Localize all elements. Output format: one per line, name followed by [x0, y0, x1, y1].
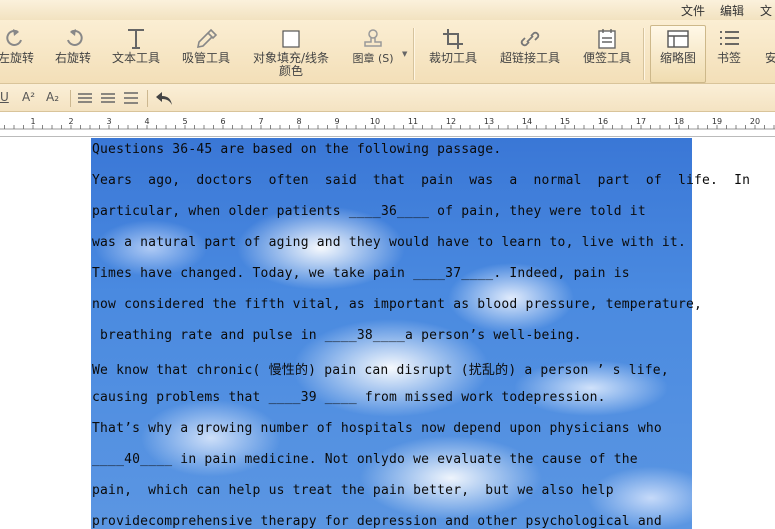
rotate-left-button[interactable]: 左旋转	[0, 26, 36, 82]
text-line: Years ago, doctors often said that pain …	[92, 173, 751, 188]
thumbnail-icon	[667, 30, 689, 48]
ruler-label: 8	[296, 117, 301, 126]
crop-icon	[443, 29, 463, 49]
format-separator	[70, 90, 71, 107]
ruler-label: 18	[674, 117, 684, 126]
menu-bar: 文件 编辑 文	[0, 0, 775, 20]
fill-color-button[interactable]: 对象填充/线条 颜色	[248, 26, 334, 82]
crop-label: 裁切工具	[428, 51, 477, 65]
rotate-right-icon	[67, 29, 83, 46]
ruler-label: 19	[712, 117, 722, 126]
fill-color-label-2: 颜色	[278, 64, 303, 78]
text-line: That’s why a growing number of hospitals…	[92, 421, 662, 436]
ruler-label: 12	[446, 117, 456, 126]
text-line: was a natural part of aging and they wou…	[92, 235, 686, 250]
ruler-label: 15	[560, 117, 570, 126]
align-justify-icon[interactable]	[123, 91, 139, 105]
ruler-label: 17	[636, 117, 646, 126]
security-button[interactable]: 安	[756, 26, 775, 82]
text-tool-label: 文本工具	[111, 51, 160, 65]
text-line: providecomprehensive therapy for depress…	[92, 514, 662, 529]
ruler-label: 6	[220, 117, 225, 126]
rotate-left-label: 左旋转	[0, 51, 34, 65]
menu-edit[interactable]: 编辑	[720, 2, 744, 19]
horizontal-ruler: 1 2 3 4 5 6 7 8 9 10 11 12 13 14 15 16 17 18 19 20	[0, 113, 775, 137]
rotate-left-icon	[6, 29, 22, 46]
stamp-label: 图章 (S)	[352, 52, 394, 65]
menu-more[interactable]: 文	[760, 2, 772, 19]
text-line: causing problems that ____39 ____ from m…	[92, 390, 606, 405]
bookmark-label: 书签	[716, 51, 741, 65]
ruler-label: 3	[106, 117, 111, 126]
note-label: 便签工具	[582, 51, 631, 65]
ruler-ticks: 1 2 3 4 5 6 7 8 9 10 11 12 13 14 15 16 17 18 19 20	[0, 117, 775, 130]
subscript-button[interactable]: A₂	[46, 90, 59, 104]
text-line: now considered the fifth vital, as impor…	[92, 297, 703, 312]
text-line: Times have changed. Today, we take pain …	[92, 266, 630, 281]
eyedropper-label: 吸管工具	[181, 51, 230, 65]
ruler-label: 7	[258, 117, 263, 126]
crop-button[interactable]: 裁切工具	[424, 26, 482, 82]
note-icon	[598, 29, 616, 49]
align-center-icon[interactable]	[100, 91, 116, 105]
superscript-button[interactable]: A²	[22, 90, 35, 104]
rotate-right-label[interactable]: 右旋转	[50, 52, 96, 65]
text-line: We know that chronic( 慢性的) pain can disr…	[92, 363, 669, 378]
ruler-label: 2	[68, 117, 73, 126]
hyperlink-button[interactable]: 超链接工具	[496, 26, 564, 82]
security-icon	[761, 26, 775, 52]
ruler-label: 9	[334, 117, 339, 126]
undo-icon[interactable]	[154, 89, 174, 107]
security-label: 安	[764, 51, 775, 65]
ruler-label: 11	[408, 117, 418, 126]
text-line: pain, which can help us treat the pain b…	[92, 483, 614, 498]
text-line: breathing rate and pulse in ____38____a …	[92, 328, 582, 343]
thumbnail-button[interactable]: 缩略图	[650, 25, 706, 83]
text-line: particular, when older patients ____36__…	[92, 204, 646, 219]
align-left-icon[interactable]	[77, 91, 93, 105]
format-separator	[147, 90, 148, 107]
stamp-button[interactable]: 图章 (S)	[348, 26, 398, 82]
note-button[interactable]: 便签工具	[578, 26, 636, 82]
text-line: Questions 36-45 are based on the followi…	[92, 142, 502, 157]
text-tool-button[interactable]: 文本工具	[108, 26, 164, 82]
ribbon-separator	[643, 28, 644, 80]
thumbnail-label: 缩略图	[659, 51, 696, 65]
link-icon	[520, 31, 540, 47]
ruler-label: 5	[182, 117, 187, 126]
text-tool-icon	[128, 29, 144, 49]
hyperlink-label: 超链接工具	[499, 51, 560, 65]
text-line: ____40____ in pain medicine. Not onlydo …	[92, 452, 638, 467]
ruler-label: 10	[370, 117, 380, 126]
ribbon-separator	[413, 28, 414, 80]
ribbon-toolbar: 左旋转 右旋转 文本工具 吸管工具 对象填充/线条 颜色 图章 (S) ▼ 裁切…	[0, 20, 775, 84]
menu-file[interactable]: 文件	[681, 2, 705, 19]
ruler-label: 1	[30, 117, 35, 126]
underline-button[interactable]: U	[0, 90, 9, 104]
ruler-label: 13	[484, 117, 494, 126]
stamp-dropdown-icon[interactable]: ▼	[402, 50, 407, 58]
ruler-label: 4	[144, 117, 149, 126]
bookmark-list-icon	[720, 31, 739, 45]
ruler-label: 20	[750, 117, 760, 126]
rotate-right-button[interactable]: 右旋转	[50, 26, 96, 82]
bookmark-button[interactable]: 书签	[712, 26, 746, 82]
ruler-label: 14	[522, 117, 532, 126]
eyedropper-icon	[196, 28, 218, 49]
format-toolbar: U A² A₂	[0, 84, 775, 112]
eyedropper-button[interactable]: 吸管工具	[178, 26, 234, 82]
document-area[interactable]: Questions 36-45 are based on the followi…	[0, 138, 775, 529]
ruler-label: 16	[598, 117, 608, 126]
stamp-icon	[364, 29, 382, 47]
fill-color-icon	[282, 30, 300, 48]
